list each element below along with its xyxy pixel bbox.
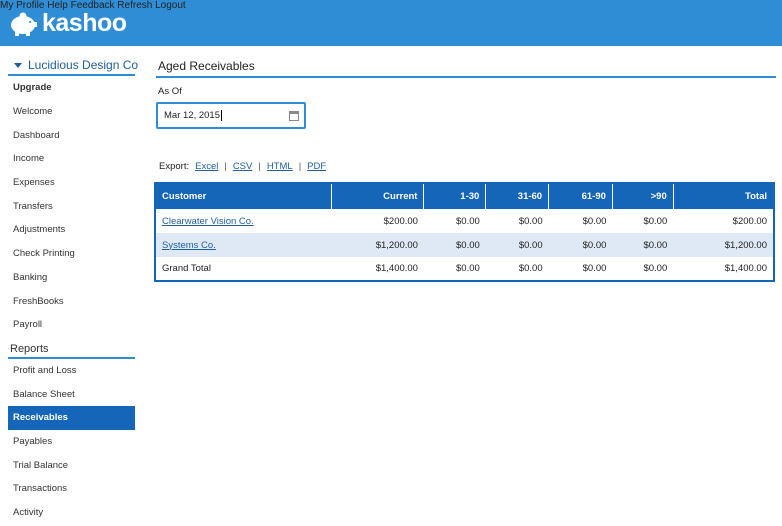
column-header-current[interactable]: Current bbox=[331, 183, 425, 209]
text-cursor bbox=[220, 110, 222, 121]
logo[interactable]: kashoo bbox=[8, 8, 127, 38]
column-header-over-90[interactable]: >90 bbox=[612, 183, 674, 209]
export-label: Export: bbox=[159, 161, 190, 172]
sidebar-item-upgrade[interactable]: Upgrade bbox=[8, 76, 135, 100]
table-cell: $0.00 bbox=[612, 233, 674, 257]
export-html-link[interactable]: HTML bbox=[267, 161, 293, 172]
sidebar-item-receivables[interactable]: Receivables bbox=[8, 405, 135, 430]
sidebar-item-payroll[interactable]: Payroll bbox=[8, 313, 135, 337]
table-cell: $0.00 bbox=[643, 215, 668, 227]
caret-down-icon bbox=[14, 62, 22, 68]
table-cell: $0.00 bbox=[548, 233, 613, 257]
as-of-date-input[interactable]: Mar 12, 2015 bbox=[156, 102, 306, 129]
export-pdf-link[interactable]: PDF bbox=[307, 161, 326, 172]
table-cell: $200.00 bbox=[383, 215, 418, 227]
grand-total-row: Grand Total $1,400.00 $0.00 $0.00 $0.00 … bbox=[155, 257, 774, 281]
table-header-row: Customer Current 1-30 31-60 61-90 >90 To… bbox=[155, 183, 774, 209]
sidebar-item-banking[interactable]: Banking bbox=[8, 266, 135, 290]
table-cell: $1,200.00 bbox=[331, 233, 424, 257]
main-content: Aged Receivables As Of Mar 12, 2015 Expo… bbox=[154, 56, 776, 282]
sidebar-item-trial-balance[interactable]: Trial Balance bbox=[8, 453, 135, 477]
sidebar-item-activity[interactable]: Activity bbox=[8, 501, 135, 525]
table-row: Clearwater Vision Co. $200.00 $0.00 $0.0… bbox=[155, 209, 774, 233]
table-cell: $1,400.00 bbox=[375, 263, 418, 274]
column-header-61-90[interactable]: 61-90 bbox=[548, 183, 613, 209]
piggy-bank-icon bbox=[11, 12, 37, 36]
sidebar-item-freshbooks[interactable]: FreshBooks bbox=[8, 289, 135, 313]
column-header-31-60[interactable]: 31-60 bbox=[485, 183, 550, 209]
customer-link[interactable]: Systems Co. bbox=[162, 240, 216, 251]
company-name: Lucidious Design Co bbox=[28, 58, 139, 72]
sidebar-item-dashboard[interactable]: Dashboard bbox=[8, 123, 135, 147]
table-cell: $0.00 bbox=[518, 263, 543, 274]
table-row: Systems Co. $1,200.00 $0.00 $0.00 $0.00 … bbox=[155, 233, 774, 257]
sidebar: Lucidious Design Co Upgrade Welcome Dash… bbox=[8, 56, 139, 525]
brand-name: kashoo bbox=[42, 8, 127, 37]
column-header-1-30[interactable]: 1-30 bbox=[423, 183, 487, 209]
table-cell: $1,400.00 bbox=[724, 263, 767, 274]
aged-receivables-table: Customer Current 1-30 31-60 61-90 >90 To… bbox=[154, 182, 775, 282]
column-header-customer[interactable]: Customer bbox=[155, 183, 332, 209]
table-cell: $0.00 bbox=[518, 215, 543, 227]
top-bar: kashoo My Profile Help Feedback Refresh … bbox=[0, 0, 782, 46]
nav-logout[interactable]: Logout bbox=[155, 0, 186, 11]
table-cell: $0.00 bbox=[582, 215, 607, 227]
sidebar-item-adjustments[interactable]: Adjustments bbox=[8, 218, 135, 242]
table-cell: $0.00 bbox=[456, 263, 480, 274]
column-header-total[interactable]: Total bbox=[673, 183, 774, 209]
table-cell: $0.00 bbox=[423, 233, 486, 257]
table-cell: $0.00 bbox=[485, 233, 549, 257]
sidebar-item-transfers[interactable]: Transfers bbox=[8, 194, 135, 218]
sidebar-item-profit-and-loss[interactable]: Profit and Loss bbox=[8, 359, 135, 383]
table-cell: $200.00 bbox=[732, 215, 767, 227]
as-of-date-value: Mar 12, 2015 bbox=[164, 110, 220, 121]
sidebar-item-balance-sheet[interactable]: Balance Sheet bbox=[8, 382, 135, 406]
page-title: Aged Receivables bbox=[156, 56, 776, 78]
customer-link[interactable]: Clearwater Vision Co. bbox=[162, 216, 254, 227]
export-bar: Export: Excel | CSV | HTML | PDF bbox=[159, 161, 327, 172]
reports-section-label: Reports bbox=[8, 339, 135, 359]
customer-cell: Clearwater Vision Co. bbox=[155, 209, 331, 233]
table-cell: $0.00 bbox=[582, 263, 607, 274]
table-cell: $0.00 bbox=[643, 263, 668, 274]
table-cell: $0.00 bbox=[456, 215, 480, 227]
calendar-icon[interactable] bbox=[289, 111, 299, 121]
sidebar-item-check-printing[interactable]: Check Printing bbox=[8, 242, 135, 266]
export-excel-link[interactable]: Excel bbox=[195, 161, 218, 172]
table-cell: $1,200.00 bbox=[673, 233, 774, 257]
as-of-label: As Of bbox=[158, 86, 182, 97]
sidebar-item-welcome[interactable]: Welcome bbox=[8, 100, 135, 124]
sidebar-item-transactions[interactable]: Transactions bbox=[8, 477, 135, 501]
company-selector[interactable]: Lucidious Design Co bbox=[8, 56, 139, 76]
sidebar-item-income[interactable]: Income bbox=[8, 147, 135, 171]
customer-cell: Systems Co. bbox=[155, 233, 332, 257]
sidebar-item-expenses[interactable]: Expenses bbox=[8, 171, 135, 195]
export-csv-link[interactable]: CSV bbox=[233, 161, 253, 172]
grand-total-label: Grand Total bbox=[162, 263, 211, 274]
sidebar-item-payables[interactable]: Payables bbox=[8, 430, 135, 454]
